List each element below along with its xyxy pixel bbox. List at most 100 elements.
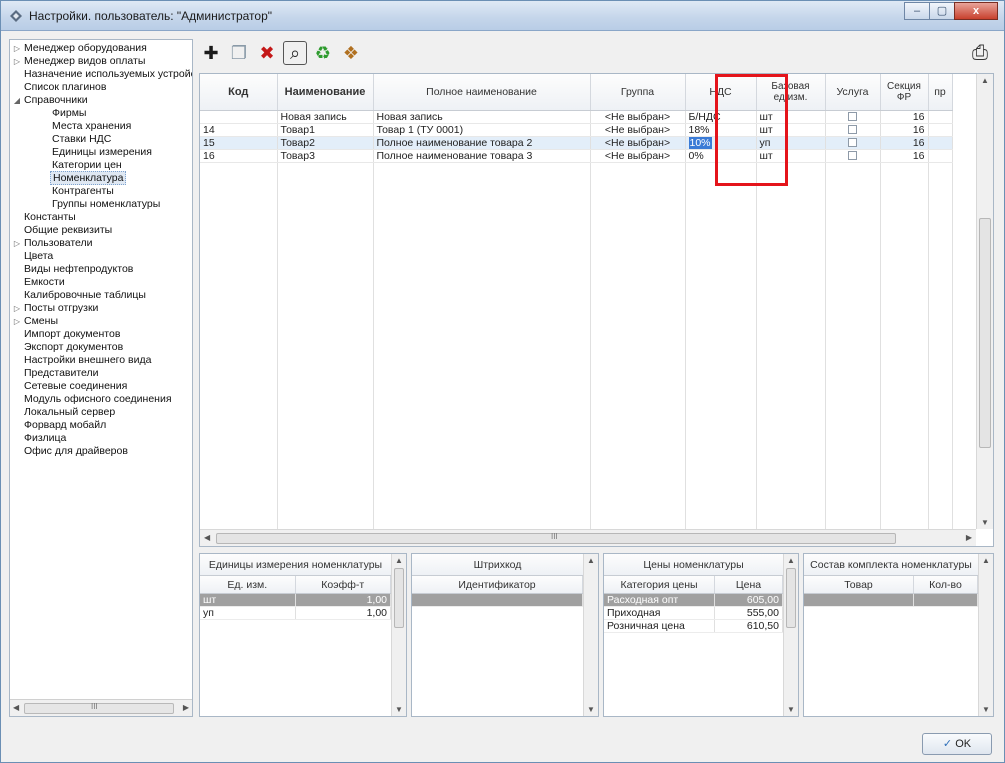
tree-item[interactable]: Физлица [10,432,192,445]
cell-vat[interactable]: 0% [685,149,757,163]
kit-qty-cell[interactable] [914,594,978,606]
col-group[interactable]: Группа [590,74,686,111]
service-checkbox[interactable] [848,112,857,122]
tree-item[interactable]: Список плагинов [10,81,192,94]
cell-full-name[interactable]: Полное наименование товара 3 [373,149,591,163]
scroll-up-icon[interactable]: ▲ [787,556,795,565]
service-checkbox[interactable] [848,138,857,148]
delete-icon[interactable]: ✖ [255,41,279,65]
unit-cell[interactable]: шт [200,594,296,606]
vat-edit-value[interactable]: 10% [688,136,712,148]
minimize-button[interactable]: – [904,2,930,20]
units-scroll-thumb[interactable] [394,568,404,628]
cell-name[interactable]: Товар3 [277,149,374,163]
expander-icon[interactable]: ▷ [12,55,22,68]
scroll-right-icon[interactable]: ▶ [183,703,189,712]
cell-vat[interactable]: 18% [685,123,757,137]
expander-icon[interactable]: ▷ [12,315,22,328]
tree-item[interactable]: Виды нефтепродуктов [10,263,192,276]
tree-item[interactable]: Модуль офисного соединения [10,393,192,406]
scroll-up-icon[interactable]: ▲ [587,556,595,565]
tree-item[interactable]: ◢ Справочники [10,94,192,107]
cell-code[interactable] [200,110,278,124]
cell-unit[interactable]: шт [756,110,826,124]
tree-item[interactable]: ▷ Пользователи [10,237,192,250]
cell-extra[interactable] [928,136,953,150]
unit-cell[interactable]: уп [200,607,296,619]
cell-group[interactable]: <Не выбран> [590,123,686,137]
refresh-icon[interactable]: ♻ [311,41,335,65]
col-price[interactable]: Цена [715,576,783,593]
prices-scrollbar[interactable]: ▲ ▼ [783,554,798,716]
col-full-name[interactable]: Полное наименование [373,74,591,111]
tree-item[interactable]: Ставки НДС [10,133,192,146]
grid-hscroll-thumb[interactable]: III [216,532,896,544]
price-cell[interactable]: 555,00 [715,607,783,619]
maximize-button[interactable]: ▢ [929,2,955,20]
close-button[interactable]: x [954,2,998,20]
copy-icon[interactable]: ❐ [227,41,251,65]
scroll-left-icon[interactable]: ◀ [13,703,19,712]
table-row[interactable]: 14 Товар1 Товар 1 (ТУ 0001) <Не выбран> … [200,123,953,137]
cell-section[interactable]: 16 [880,149,929,163]
scroll-up-icon[interactable]: ▲ [395,556,403,565]
expander-icon[interactable]: ▷ [12,237,22,250]
col-kit-item[interactable]: Товар [804,576,914,593]
ok-button[interactable]: ✓ OK [922,733,992,755]
cell-vat[interactable]: Б/НДС [685,110,757,124]
scroll-up-icon[interactable]: ▲ [981,76,989,85]
price-cell[interactable]: 610,50 [715,620,783,632]
scroll-down-icon[interactable]: ▼ [787,705,795,714]
cell-code[interactable]: 16 [200,149,278,163]
cell-group[interactable]: <Не выбран> [590,136,686,150]
search-icon[interactable]: ⌕ [283,41,307,65]
print-icon[interactable]: ⎙ [968,41,992,65]
box-icon[interactable]: ❖ [339,41,363,65]
scroll-down-icon[interactable]: ▼ [982,705,990,714]
tree-item[interactable]: Емкости [10,276,192,289]
table-row[interactable]: 16 Товар3 Полное наименование товара 3 <… [200,149,953,163]
coef-cell[interactable]: 1,00 [295,594,391,606]
tree-item[interactable]: Фирмы [10,107,192,120]
cell-unit[interactable]: шт [756,123,826,137]
cell-extra[interactable] [928,110,953,124]
list-item[interactable]: уп 1,00 [200,607,391,620]
cell-unit[interactable]: шт [756,149,826,163]
col-coef[interactable]: Коэфф-т [296,576,391,593]
expander-icon[interactable]: ◢ [12,94,22,107]
table-row-selected[interactable]: 15 Товар2 Полное наименование товара 2 <… [200,136,953,150]
tree-item[interactable]: Сетевые соединения [10,380,192,393]
tree-horizontal-scrollbar[interactable]: ◀ III ▶ [10,699,192,716]
list-item[interactable]: Приходная 555,00 [604,607,783,620]
cell-full-name[interactable]: Полное наименование товара 2 [373,136,591,150]
tree-item[interactable]: Локальный сервер [10,406,192,419]
col-fr-section[interactable]: Секция ФР [880,74,929,111]
grid-vertical-scrollbar[interactable]: ▲ ▼ [976,74,993,529]
scroll-down-icon[interactable]: ▼ [395,705,403,714]
table-row[interactable]: Новая запись Новая запись <Не выбран> Б/… [200,110,953,124]
cell-service[interactable] [825,123,881,137]
col-vat[interactable]: НДС [685,74,757,111]
prices-scroll-thumb[interactable] [786,568,796,628]
scroll-down-icon[interactable]: ▼ [981,518,989,527]
expander-icon[interactable]: ▷ [12,302,22,315]
col-service[interactable]: Услуга [825,74,881,111]
barcode-scrollbar[interactable]: ▲ ▼ [583,554,598,716]
list-item[interactable] [804,594,978,607]
tree-item[interactable]: Номенклатура [10,171,192,185]
grid-horizontal-scrollbar[interactable]: ◀ III ▶ [200,529,976,546]
cell-extra[interactable] [928,149,953,163]
list-item[interactable] [412,594,583,607]
tree-item[interactable]: ▷ Менеджер видов оплаты [10,55,192,68]
title-bar[interactable]: Настройки. пользователь: "Администратор"… [1,1,1004,31]
add-icon[interactable]: ✚ [199,41,223,65]
col-price-category[interactable]: Категория цены [604,576,715,593]
tree-item[interactable]: Импорт документов [10,328,192,341]
tree-item[interactable]: Калибровочные таблицы [10,289,192,302]
coef-cell[interactable]: 1,00 [296,607,391,619]
scroll-up-icon[interactable]: ▲ [982,556,990,565]
cell-service[interactable] [825,136,881,150]
identifier-cell[interactable] [412,594,583,606]
tree-item[interactable]: Цвета [10,250,192,263]
list-item[interactable]: Розничная цена 610,50 [604,620,783,633]
